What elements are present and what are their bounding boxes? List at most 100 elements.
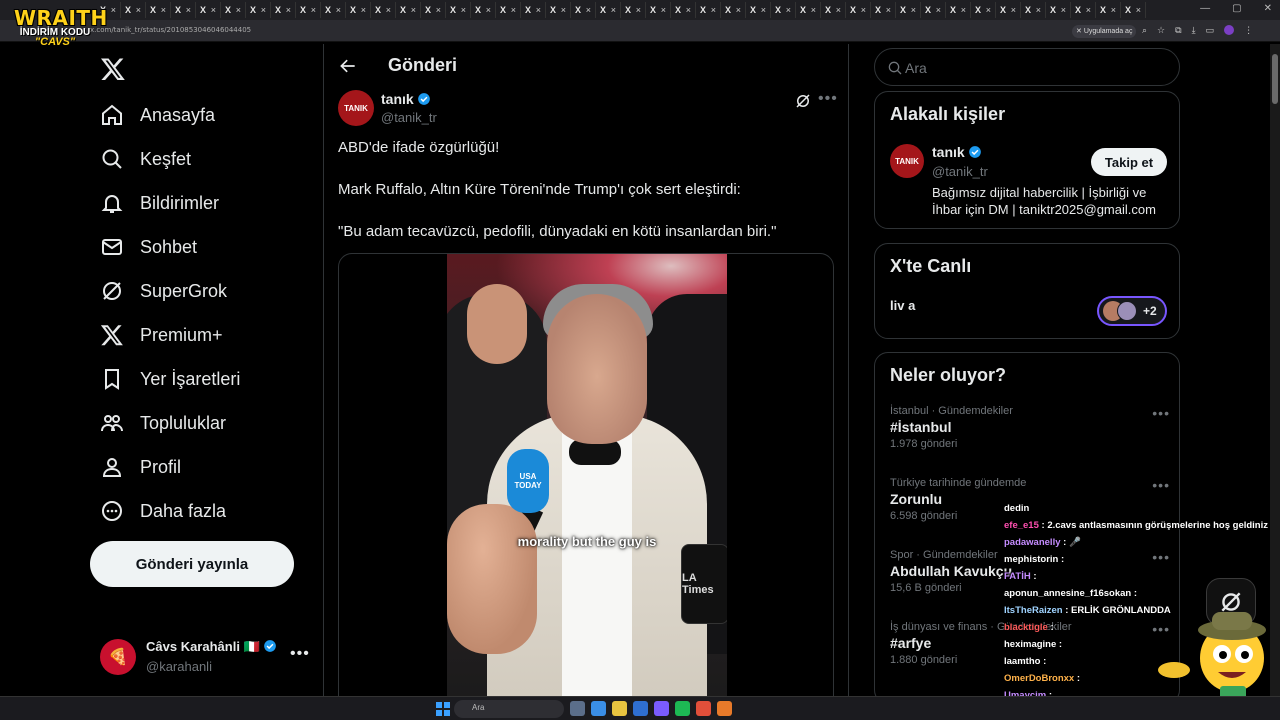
nav-bookmarks[interactable]: Yer İşaretleri xyxy=(100,357,240,401)
tab-close-icon[interactable]: × xyxy=(1061,5,1066,15)
tab-close-icon[interactable]: × xyxy=(536,5,541,15)
live-card[interactable]: X'te Canlı liv a +2 xyxy=(874,243,1180,339)
browser-tab[interactable]: X × xyxy=(896,2,921,18)
browser-tab[interactable]: X × xyxy=(221,2,246,18)
browser-tab[interactable]: X × xyxy=(421,2,446,18)
post-media[interactable]: USA TODAY LA Times morality but the guy … xyxy=(338,253,834,696)
tab-close-icon[interactable]: × xyxy=(561,5,566,15)
open-in-app-button[interactable]: ✕ Uygulamada aç xyxy=(1072,25,1137,38)
extensions-icon[interactable]: ⧉ xyxy=(1175,25,1181,36)
tab-close-icon[interactable]: × xyxy=(961,5,966,15)
nav-explore[interactable]: Keşfet xyxy=(100,137,191,181)
browser-tab[interactable]: X × xyxy=(996,2,1021,18)
sidebar-icon[interactable]: ▭ xyxy=(1206,25,1215,36)
nav-more[interactable]: Daha fazla xyxy=(100,489,226,533)
tab-close-icon[interactable]: × xyxy=(636,5,641,15)
tab-close-icon[interactable]: × xyxy=(861,5,866,15)
tab-close-icon[interactable]: × xyxy=(411,5,416,15)
tab-close-icon[interactable]: × xyxy=(211,5,216,15)
nav-chat[interactable]: Sohbet xyxy=(100,225,197,269)
url-text[interactable]: x.com/tanik_tr/status/201085304604604440… xyxy=(90,26,251,34)
browser-tab[interactable]: X × xyxy=(346,2,371,18)
nav-notifications[interactable]: Bildirimler xyxy=(100,181,219,225)
author-name[interactable]: tanık xyxy=(381,91,431,107)
tab-close-icon[interactable]: × xyxy=(361,5,366,15)
tab-close-icon[interactable]: × xyxy=(886,5,891,15)
tab-close-icon[interactable]: × xyxy=(1136,5,1141,15)
nav-home[interactable]: Anasayfa xyxy=(100,93,215,137)
tab-close-icon[interactable]: × xyxy=(511,5,516,15)
folder-icon[interactable] xyxy=(612,701,627,716)
app-icon[interactable] xyxy=(717,701,732,716)
spotify-icon[interactable] xyxy=(675,701,690,716)
more-horizontal-icon[interactable]: ••• xyxy=(290,645,310,663)
app-icon[interactable] xyxy=(591,701,606,716)
x-logo-icon[interactable] xyxy=(100,56,126,82)
related-name[interactable]: tanık xyxy=(932,144,982,160)
windows-start-icon[interactable] xyxy=(436,702,450,716)
browser-tab[interactable]: X × xyxy=(171,2,196,18)
browser-tab[interactable]: X × xyxy=(571,2,596,18)
browser-tab[interactable]: X × xyxy=(946,2,971,18)
browser-tab[interactable]: X × xyxy=(846,2,871,18)
browser-tab[interactable]: X × xyxy=(546,2,571,18)
browser-tab[interactable]: X × xyxy=(196,2,221,18)
browser-tab[interactable]: X × xyxy=(496,2,521,18)
live-participants[interactable]: +2 xyxy=(1097,296,1167,326)
browser-tab[interactable]: X × xyxy=(796,2,821,18)
follow-button[interactable]: Takip et xyxy=(1091,148,1167,176)
more-options-icon[interactable]: ••• xyxy=(1152,477,1170,493)
browser-tab[interactable]: X × xyxy=(1121,2,1146,18)
nav-communities[interactable]: Topluluklar xyxy=(100,401,226,445)
taskbar-search[interactable]: Ara xyxy=(454,700,564,718)
browser-tab[interactable]: X × xyxy=(671,2,696,18)
browser-tab[interactable]: X × xyxy=(746,2,771,18)
tab-close-icon[interactable]: × xyxy=(1111,5,1116,15)
tab-close-icon[interactable]: × xyxy=(1086,5,1091,15)
browser-tab[interactable]: X × xyxy=(1021,2,1046,18)
browser-tab[interactable]: X × xyxy=(721,2,746,18)
tab-close-icon[interactable]: × xyxy=(311,5,316,15)
tab-close-icon[interactable]: × xyxy=(386,5,391,15)
browser-tab[interactable]: X × xyxy=(821,2,846,18)
app-icon[interactable] xyxy=(654,701,669,716)
browser-tab[interactable]: X × xyxy=(296,2,321,18)
app-icon[interactable] xyxy=(696,701,711,716)
zoom-icon[interactable]: ⌕ xyxy=(1142,25,1147,36)
app-icon[interactable] xyxy=(633,701,648,716)
tab-close-icon[interactable]: × xyxy=(811,5,816,15)
trend-item[interactable]: İstanbul · Gündemdekiler #İstanbul 1.978… xyxy=(890,405,1170,450)
download-icon[interactable]: ⤓ xyxy=(1192,25,1196,36)
browser-tab[interactable]: X × xyxy=(246,2,271,18)
tab-close-icon[interactable]: × xyxy=(611,5,616,15)
tab-close-icon[interactable]: × xyxy=(836,5,841,15)
tab-close-icon[interactable]: × xyxy=(486,5,491,15)
browser-tab[interactable]: X × xyxy=(121,2,146,18)
tab-close-icon[interactable]: × xyxy=(661,5,666,15)
tab-close-icon[interactable]: × xyxy=(136,5,141,15)
browser-tab[interactable]: X × xyxy=(396,2,421,18)
tab-close-icon[interactable]: × xyxy=(986,5,991,15)
minimize-icon[interactable]: — xyxy=(1200,3,1210,14)
more-options-icon[interactable]: ••• xyxy=(818,90,838,108)
tab-close-icon[interactable]: × xyxy=(711,5,716,15)
browser-tab[interactable]: X × xyxy=(521,2,546,18)
browser-tab[interactable]: X × xyxy=(1071,2,1096,18)
browser-tab[interactable]: X × xyxy=(471,2,496,18)
browser-tab[interactable]: X × xyxy=(371,2,396,18)
scrollbar-thumb[interactable] xyxy=(1272,54,1278,104)
related-handle[interactable]: @tanik_tr xyxy=(932,164,988,179)
avatar[interactable]: TANIK xyxy=(890,144,924,178)
browser-tab[interactable]: X × xyxy=(696,2,721,18)
browser-tab[interactable]: X × xyxy=(871,2,896,18)
tab-close-icon[interactable]: × xyxy=(936,5,941,15)
post-button[interactable]: Gönderi yayınla xyxy=(90,541,294,587)
nav-supergrok[interactable]: SuperGrok xyxy=(100,269,227,313)
tab-close-icon[interactable]: × xyxy=(1011,5,1016,15)
tab-close-icon[interactable]: × xyxy=(286,5,291,15)
tab-close-icon[interactable]: × xyxy=(786,5,791,15)
author-handle[interactable]: @tanik_tr xyxy=(381,110,437,125)
menu-icon[interactable]: ⋮ xyxy=(1244,25,1253,36)
back-arrow-icon[interactable] xyxy=(338,56,358,76)
browser-tab[interactable]: X × xyxy=(146,2,171,18)
